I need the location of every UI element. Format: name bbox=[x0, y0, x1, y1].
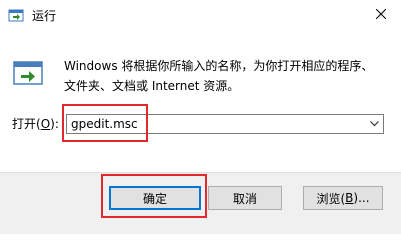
button-bar: 确定 取消 浏览(B)... bbox=[0, 172, 401, 234]
run-app-icon bbox=[8, 8, 24, 24]
chevron-down-icon[interactable] bbox=[367, 117, 381, 131]
ok-button[interactable]: 确定 bbox=[109, 186, 201, 210]
title-bar[interactable]: 运行 bbox=[0, 0, 401, 34]
dialog-description: Windows 将根据你所输入的名称，为你打开相应的程序、文件夹、文档或 Int… bbox=[64, 59, 374, 93]
open-label: 打开(O): bbox=[12, 117, 59, 131]
open-input[interactable]: gpedit.msc bbox=[71, 116, 138, 132]
run-dialog-icon bbox=[12, 58, 44, 90]
close-icon bbox=[375, 4, 387, 23]
window-title: 运行 bbox=[32, 9, 57, 23]
open-combobox[interactable]: gpedit.msc bbox=[66, 114, 384, 134]
dialog-body: Windows 将根据你所输入的名称，为你打开相应的程序、文件夹、文档或 Int… bbox=[0, 34, 401, 172]
close-button[interactable] bbox=[361, 0, 401, 26]
browse-button[interactable]: 浏览(B)... bbox=[303, 186, 383, 210]
run-dialog: 运行 Windows 将根据你所输入的名称，为你打开相应的程序、文件夹、文档或 … bbox=[0, 0, 401, 234]
cancel-button[interactable]: 取消 bbox=[208, 186, 282, 210]
